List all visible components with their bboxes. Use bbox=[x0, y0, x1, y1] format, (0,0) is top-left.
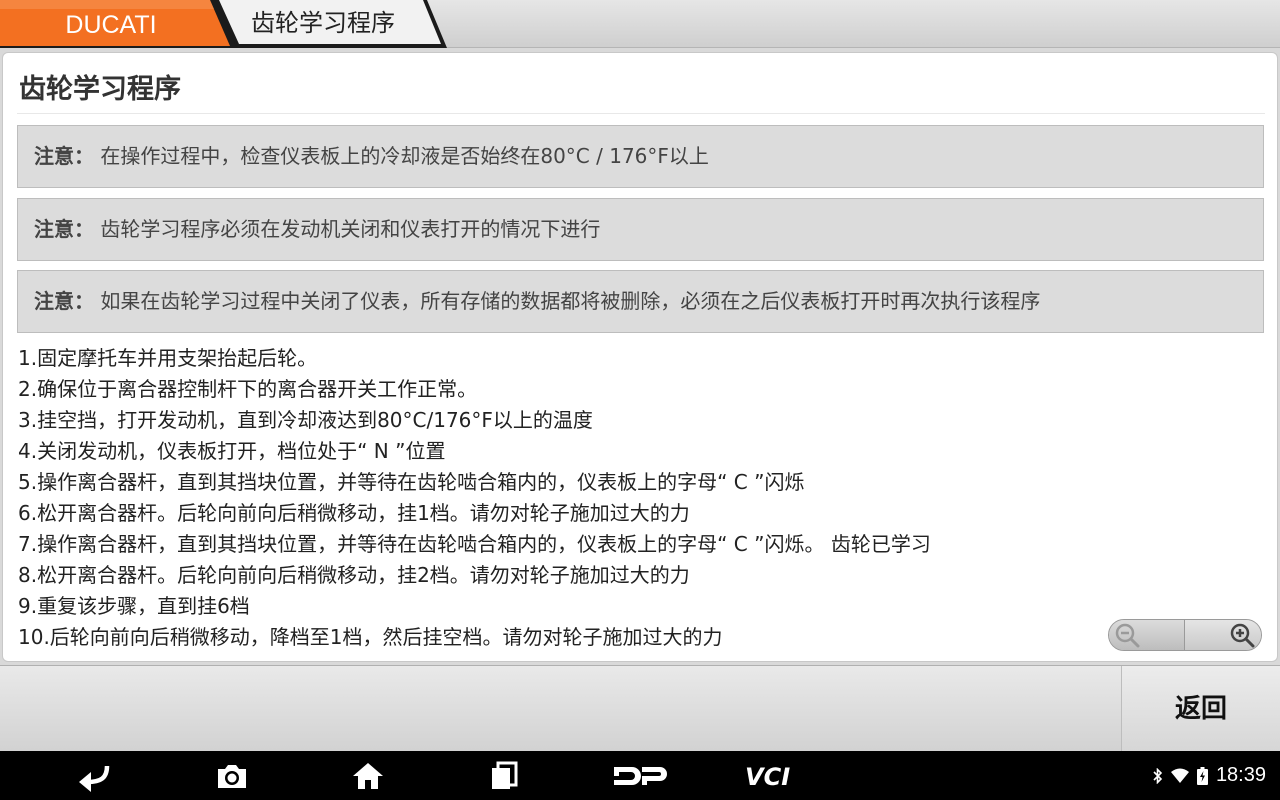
step-item: 8.松开离合器杆。后轮向前向后稍微移动，挂2档。请勿对轮子施加过大的力 bbox=[18, 563, 690, 587]
note-box: 注意： 齿轮学习程序必须在发动机关闭和仪表打开的情况下进行 bbox=[17, 198, 1264, 261]
breadcrumb-page-label: 齿轮学习程序 bbox=[251, 9, 395, 37]
zoom-out-button[interactable] bbox=[1109, 620, 1185, 650]
note-box: 注意： 在操作过程中，检查仪表板上的冷却液是否始终在80°C / 176°F以上 bbox=[17, 125, 1264, 188]
home-icon[interactable] bbox=[346, 751, 390, 800]
back-button[interactable]: 返回 bbox=[1121, 666, 1280, 752]
system-nav-bar: VCI 18:39 bbox=[0, 751, 1280, 800]
step-item: 4.关闭发动机，仪表板打开，档位处于“ N ”位置 bbox=[18, 439, 446, 463]
status-area: 18:39 bbox=[1153, 751, 1266, 800]
back-arrow-icon[interactable] bbox=[72, 751, 122, 800]
step-item: 6.松开离合器杆。后轮向前向后稍微移动，挂1档。请勿对轮子施加过大的力 bbox=[18, 501, 690, 525]
page-title: 齿轮学习程序 bbox=[19, 74, 181, 105]
action-bar: 返回 bbox=[0, 665, 1280, 752]
dp-icon[interactable] bbox=[608, 751, 672, 800]
step-item: 7.操作离合器杆，直到其挡块位置，并等待在齿轮啮合箱内的，仪表板上的字母“ C … bbox=[18, 532, 931, 556]
step-item: 3.挂空挡，打开发动机，直到冷却液达到80°C/176°F以上的温度 bbox=[18, 408, 593, 432]
procedure-steps: 1.固定摩托车并用支架抬起后轮。 2.确保位于离合器控制杆下的离合器开关工作正常… bbox=[18, 343, 1258, 653]
bluetooth-icon bbox=[1153, 767, 1163, 784]
note-label: 注意： bbox=[34, 144, 94, 168]
zoom-control bbox=[1108, 619, 1262, 651]
title-divider bbox=[17, 113, 1265, 114]
camera-icon[interactable] bbox=[210, 751, 254, 800]
breadcrumb-brand-label: DUCATI bbox=[65, 11, 157, 39]
note-text: 在操作过程中，检查仪表板上的冷却液是否始终在80°C / 176°F以上 bbox=[100, 144, 709, 168]
breadcrumb: DUCATI 齿轮学习程序 bbox=[0, 0, 1280, 48]
svg-text:VCI: VCI bbox=[745, 763, 790, 789]
zoom-in-button[interactable] bbox=[1185, 620, 1261, 650]
note-text: 齿轮学习程序必须在发动机关闭和仪表打开的情况下进行 bbox=[100, 217, 601, 241]
recent-apps-icon[interactable] bbox=[484, 751, 524, 800]
note-box: 注意： 如果在齿轮学习过程中关闭了仪表，所有存储的数据都将被删除，必须在之后仪表… bbox=[17, 270, 1264, 333]
step-item: 10.后轮向前向后稍微移动，降档至1档，然后挂空档。请勿对轮子施加过大的力 bbox=[18, 625, 723, 649]
note-text: 如果在齿轮学习过程中关闭了仪表，所有存储的数据都将被删除，必须在之后仪表板打开时… bbox=[100, 289, 1041, 313]
note-label: 注意： bbox=[34, 217, 94, 241]
breadcrumb-current-page: 齿轮学习程序 bbox=[215, 0, 450, 48]
step-item: 2.确保位于离合器控制杆下的离合器开关工作正常。 bbox=[18, 377, 478, 401]
wifi-icon bbox=[1170, 768, 1189, 783]
step-item: 5.操作离合器杆，直到其挡块位置，并等待在齿轮啮合箱内的，仪表板上的字母“ C … bbox=[18, 470, 805, 494]
breadcrumb-brand[interactable]: DUCATI bbox=[0, 0, 238, 48]
note-label: 注意： bbox=[34, 289, 94, 313]
battery-icon bbox=[1196, 766, 1208, 785]
vci-icon[interactable]: VCI bbox=[742, 751, 810, 800]
step-item: 9.重复该步骤，直到挂6档 bbox=[18, 594, 250, 618]
status-clock: 18:39 bbox=[1215, 764, 1266, 786]
content-panel[interactable]: 齿轮学习程序 注意： 在操作过程中，检查仪表板上的冷却液是否始终在80°C / … bbox=[2, 52, 1278, 662]
zoom-in-icon bbox=[1229, 622, 1255, 648]
zoom-out-icon bbox=[1114, 622, 1140, 648]
step-item: 1.固定摩托车并用支架抬起后轮。 bbox=[18, 346, 318, 370]
